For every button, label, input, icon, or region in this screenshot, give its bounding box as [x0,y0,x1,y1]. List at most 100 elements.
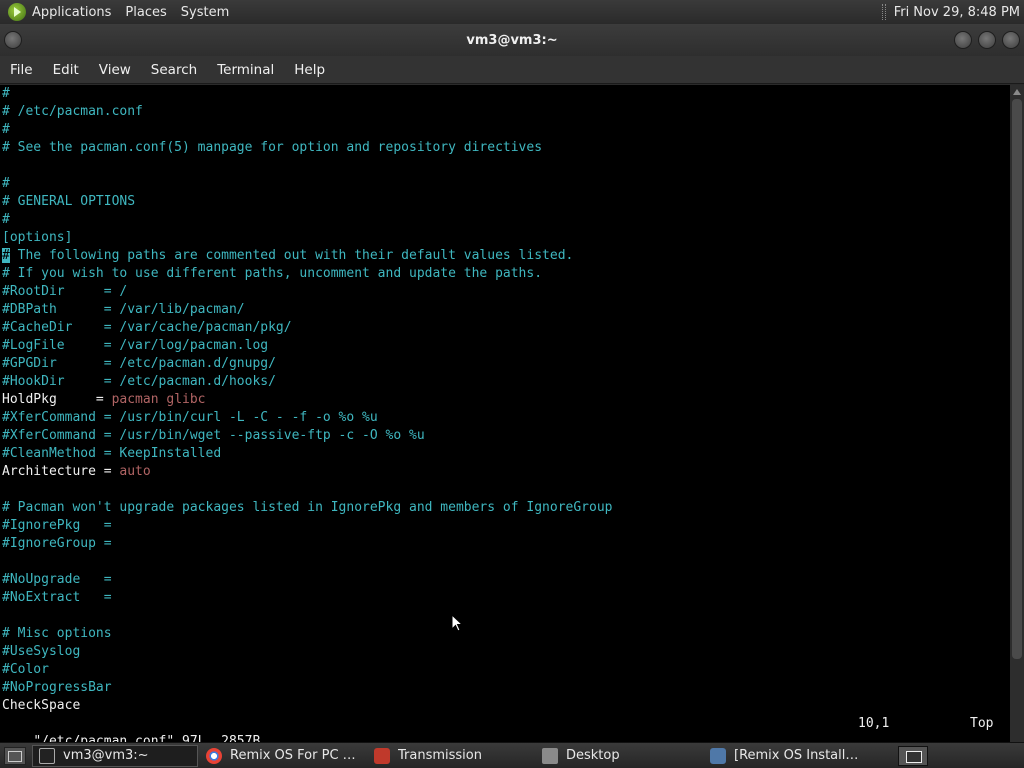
terminal-text: Architecture = [2,464,120,479]
terminal-text: CheckSpace [2,698,81,713]
terminal-text: [options] [2,230,73,245]
terminal-text: HoldPkg = [2,392,112,407]
taskbar-button[interactable]: [Remix OS Installati... [704,745,870,767]
terminal-line: #XferCommand = /usr/bin/curl -L -C - -f … [2,409,612,427]
status-scroll-percent: Top [970,716,994,731]
terminal-line: #LogFile = /var/log/pacman.log [2,337,612,355]
terminal-text: #RootDir = / [2,284,128,299]
virtualbox-icon [710,747,726,764]
terminal-text: #LogFile = /var/log/pacman.log [2,338,269,353]
terminal-line: #DBPath = /var/lib/pacman/ [2,301,612,319]
close-button[interactable] [1002,31,1020,49]
terminal-line: #UseSyslog [2,643,612,661]
scroll-up-arrow-icon[interactable] [1013,89,1021,95]
terminal-text: #CleanMethod = KeepInstalled [2,446,222,461]
terminal-line: #IgnoreGroup = [2,535,612,553]
vim-status-line: "/etc/pacman.conf" 97L, 2857B 10,1 Top [2,715,1002,742]
terminal-text: #UseSyslog [2,644,81,659]
terminal-text: # Misc options [2,626,112,641]
taskbar-button[interactable]: Remix OS For PC An... [200,745,366,767]
terminal-text: # If you wish to use different paths, un… [2,266,543,281]
terminal-line: # GENERAL OPTIONS [2,193,612,211]
taskbar-button-label: Transmission [398,748,482,763]
folder-icon [542,747,558,764]
menu-search[interactable]: Search [141,62,207,78]
status-file-info: "/etc/pacman.conf" 97L, 2857B [33,734,261,742]
panel-menu-system[interactable]: System [181,5,229,20]
taskbar-button-label: Desktop [566,748,620,763]
terminal-text: The following paths are commented out wi… [9,248,574,263]
terminal-text: # GENERAL OPTIONS [2,194,136,209]
transmission-icon [374,747,390,764]
terminal-text: #NoUpgrade = [2,572,112,587]
terminal-text: #XferCommand = /usr/bin/curl -L -C - -f … [2,410,378,425]
terminal-text: #IgnorePkg = [2,518,112,533]
terminal-line: # [2,85,612,103]
text-cursor: # [2,248,10,263]
terminal-text: #CacheDir = /var/cache/pacman/pkg/ [2,320,292,335]
terminal-line: #RootDir = / [2,283,612,301]
taskbar-button[interactable]: Desktop [536,745,702,767]
terminal-line: # See the pacman.conf(5) manpage for opt… [2,139,612,157]
menu-terminal[interactable]: Terminal [207,62,284,78]
terminal-text: # Pacman won't upgrade packages listed i… [2,500,613,515]
window-menu-icon[interactable] [4,31,22,49]
terminal-text: # [2,86,10,101]
top-panel: Applications Places System Fri Nov 29, 8… [0,0,1024,24]
terminal-line: # /etc/pacman.conf [2,103,612,121]
menu-view[interactable]: View [89,62,141,78]
terminal-area[interactable]: # # /etc/pacman.conf # # See the pacman.con… [0,85,1010,742]
menu-help[interactable]: Help [284,62,335,78]
terminal-menubar: File Edit View Search Terminal Help [0,56,1024,84]
terminal-line: #XferCommand = /usr/bin/wget --passive-f… [2,427,612,445]
terminal-line: Architecture = auto [2,463,612,481]
terminal-line: #NoProgressBar [2,679,612,697]
task-list: vm3@vm3:~ Remix OS For PC An... Transmissi… [32,744,872,767]
terminal-text: #NoProgressBar [2,680,112,695]
window-title-bar[interactable]: vm3@vm3:~ [0,24,1024,56]
terminal-line: # If you wish to use different paths, un… [2,265,612,283]
applications-logo-icon[interactable] [8,3,26,21]
menu-file[interactable]: File [0,62,43,78]
chrome-icon [206,747,222,764]
terminal-line: HoldPkg = pacman glibc [2,391,612,409]
terminal-text: # [2,176,10,191]
show-desktop-icon[interactable] [4,746,26,765]
panel-menu-applications[interactable]: Applications [32,5,111,20]
terminal-text: #GPGDir = /etc/pacman.d/gnupg/ [2,356,276,371]
terminal-text: # See the pacman.conf(5) manpage for opt… [2,140,543,155]
terminal-text: #IgnoreGroup = [2,536,112,551]
taskbar-button[interactable]: vm3@vm3:~ [32,744,198,767]
terminal-text: #NoExtract = [2,590,112,605]
scrollbar-thumb[interactable] [1012,99,1022,659]
window-title: vm3@vm3:~ [466,32,558,48]
terminal-line: # Pacman won't upgrade packages listed i… [2,499,612,517]
terminal-line: CheckSpace [2,697,612,715]
vim-buffer[interactable]: # # /etc/pacman.conf # # See the pacman.con… [2,85,612,715]
terminal-line: [options] [2,229,612,247]
bottom-taskbar: vm3@vm3:~ Remix OS For PC An... Transmissi… [0,742,1024,768]
panel-clock[interactable]: Fri Nov 29, 8:48 PM [894,5,1020,20]
terminal-text: # /etc/pacman.conf [2,104,143,119]
terminal-text: pacman glibc [111,392,206,407]
maximize-button[interactable] [978,31,996,49]
terminal-line: #IgnorePkg = [2,517,612,535]
taskbar-button-label: vm3@vm3:~ [63,748,149,763]
terminal-line: #CacheDir = /var/cache/pacman/pkg/ [2,319,612,337]
terminal-text: #DBPath = /var/lib/pacman/ [2,302,245,317]
taskbar-button-label: Remix OS For PC An... [230,748,360,763]
terminal-line: #NoExtract = [2,589,612,607]
terminal-line: # [2,211,612,229]
panel-menu-places[interactable]: Places [125,5,166,20]
taskbar-button[interactable]: Transmission [368,745,534,767]
panel-separator [881,4,886,20]
workspace-switcher[interactable] [898,745,928,766]
terminal-line: # Misc options [2,625,612,643]
terminal-text: #HookDir = /etc/pacman.d/hooks/ [2,374,276,389]
terminal-scrollbar[interactable] [1010,85,1024,742]
minimize-button[interactable] [954,31,972,49]
menu-edit[interactable]: Edit [43,62,89,78]
